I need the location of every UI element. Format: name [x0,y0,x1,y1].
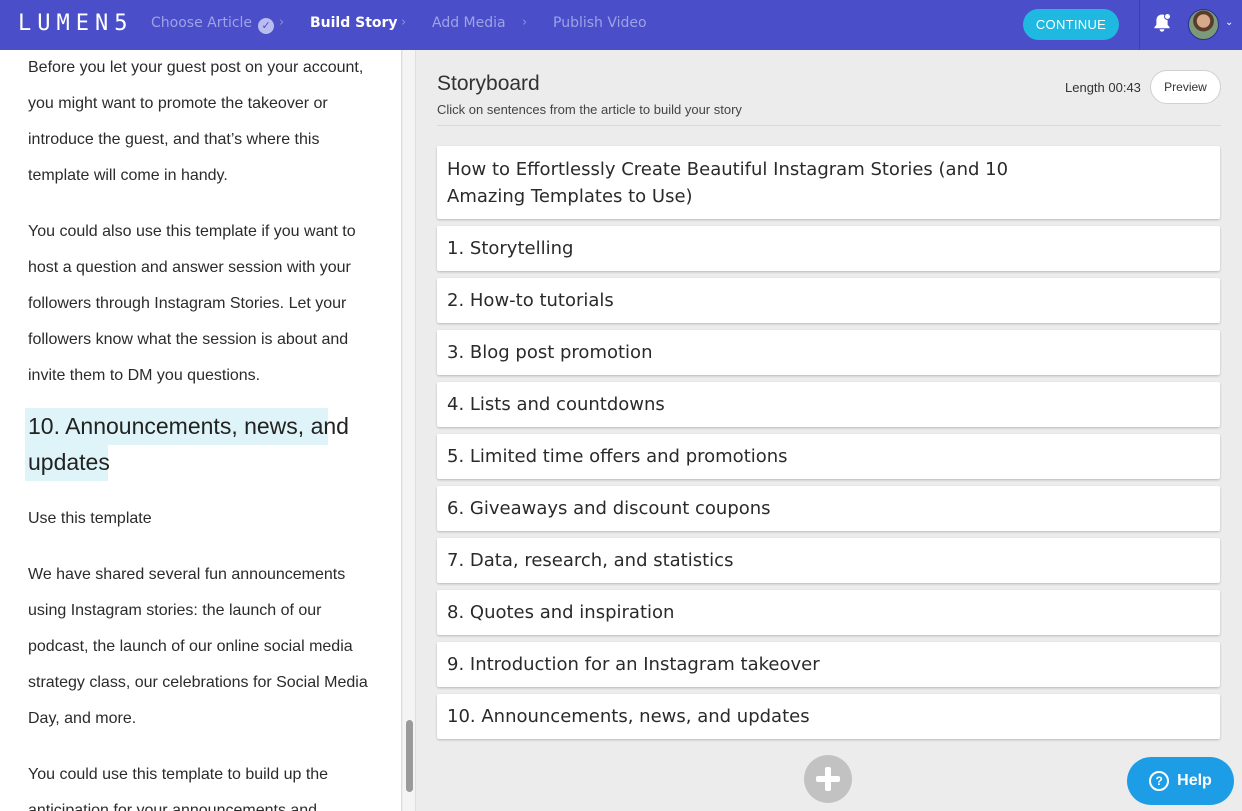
story-card-text: 5. Limited time offers and promotions [447,446,788,467]
story-card-text: 2. How-to tutorials [447,290,614,311]
story-card[interactable]: 1. Storytelling [437,226,1220,271]
story-card[interactable]: 6. Giveaways and discount coupons [437,486,1220,531]
bell-icon[interactable] [1151,12,1173,34]
story-card[interactable]: 2. How-to tutorials [437,278,1220,323]
step-label: Publish Video [553,15,647,31]
article-sentence[interactable]: You could use this template to build up … [28,757,380,811]
article-sentence[interactable]: Before you let your guest post on your a… [28,50,380,194]
story-card-text: 10. Announcements, news, and updates [447,706,810,727]
storyboard-title: Storyboard [437,72,540,95]
help-label: Help [1177,772,1212,789]
story-card[interactable]: 10. Announcements, news, and updates [437,694,1220,739]
article-pane: Before you let your guest post on your a… [0,50,402,811]
story-card-text: 8. Quotes and inspiration [447,602,675,623]
question-icon: ? [1149,771,1170,791]
storyboard-divider [437,125,1221,126]
chevron-right-icon: › [279,15,285,30]
story-card[interactable]: 8. Quotes and inspiration [437,590,1220,635]
story-card-text: 4. Lists and countdowns [447,394,665,415]
article-sentence[interactable]: We have shared several fun announcements… [28,557,380,737]
story-card-text: 1. Storytelling [447,238,574,259]
story-card[interactable]: 3. Blog post promotion [437,330,1220,375]
step-add-media[interactable]: Add Media [432,15,506,31]
article-sentence[interactable]: Use this template [28,501,380,537]
lumen5-logo[interactable]: LUMEN5 [18,11,133,36]
story-card[interactable]: 7. Data, research, and statistics [437,538,1220,583]
chevron-right-icon: › [522,15,528,30]
article-scrollbar[interactable] [403,50,416,811]
user-avatar[interactable] [1188,9,1219,40]
step-choose-article[interactable]: Choose Article ✓ [151,15,275,34]
step-label: Build Story [310,15,398,31]
chevron-right-icon: › [401,15,407,30]
step-label: Choose Article [151,15,253,31]
step-build-story[interactable]: Build Story [310,15,398,31]
continue-button[interactable]: CONTINUE [1023,9,1119,40]
story-card[interactable]: How to Effortlessly Create Beautiful Ins… [437,146,1220,219]
header-divider [1139,0,1140,50]
scrollbar-thumb[interactable] [406,720,413,792]
chevron-down-icon[interactable]: ⌄ [1225,17,1233,28]
story-card-text: 9. Introduction for an Instagram takeove… [447,654,820,675]
help-button[interactable]: ? Help [1127,757,1234,805]
story-card[interactable]: 9. Introduction for an Instagram takeove… [437,642,1220,687]
story-card[interactable]: 5. Limited time offers and promotions [437,434,1220,479]
storyboard-subtitle: Click on sentences from the article to b… [437,102,742,117]
video-length: Length 00:43 [1065,80,1141,95]
preview-button[interactable]: Preview [1150,70,1221,104]
check-icon: ✓ [258,18,275,34]
story-card-text: 7. Data, research, and statistics [447,550,734,571]
story-card-text: 6. Giveaways and discount coupons [447,498,771,519]
heading-line: updates [28,449,110,475]
story-card[interactable]: 4. Lists and countdowns [437,382,1220,427]
heading-line: 10. Announcements, news, and [28,413,349,439]
article-sentence[interactable]: You could also use this template if you … [28,214,380,394]
story-card-text: 3. Blog post promotion [447,342,653,363]
story-card-text: How to Effortlessly Create Beautiful Ins… [447,159,1009,207]
step-label: Add Media [432,15,506,31]
top-navigation-bar: LUMEN5 Choose Article ✓ › Build Story › A… [0,0,1242,50]
add-scene-button[interactable] [804,755,852,803]
step-publish-video[interactable]: Publish Video [553,15,647,31]
